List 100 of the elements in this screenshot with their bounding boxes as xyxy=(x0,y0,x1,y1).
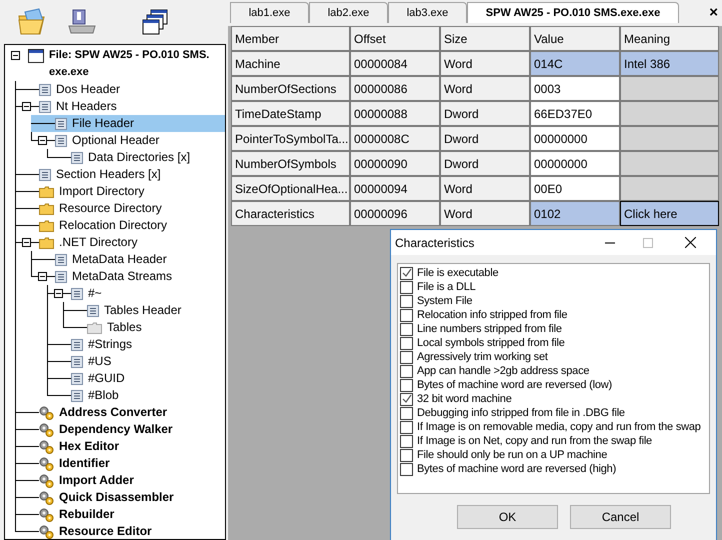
checkbox[interactable] xyxy=(400,294,413,308)
folder-icon xyxy=(39,220,54,232)
checkbox-label: Relocation info stripped from file xyxy=(417,308,568,322)
table-cell: PointerToSymbolTa... xyxy=(231,126,350,151)
table-cell: Word xyxy=(440,51,530,76)
close-button[interactable]: × xyxy=(709,5,718,20)
tree-item[interactable]: .NET Directory xyxy=(15,234,225,251)
tree-item[interactable]: Dependency Walker xyxy=(15,421,225,438)
tree-item[interactable]: Address Converter xyxy=(15,404,225,421)
checkbox[interactable] xyxy=(400,378,413,392)
table-cell: 00000096 xyxy=(350,201,440,226)
click-here-cell[interactable]: Click here xyxy=(620,201,719,226)
column-header[interactable]: Member xyxy=(231,26,350,51)
checkbox[interactable] xyxy=(400,420,413,434)
close-icon[interactable] xyxy=(685,237,696,248)
tree-item[interactable]: #GUID xyxy=(47,370,225,387)
tree-item[interactable]: Identifier xyxy=(15,455,225,472)
file-tab[interactable]: lab1.exe xyxy=(230,2,309,23)
checkbox-label: Local symbols stripped from file xyxy=(417,336,565,350)
table-cell: Characteristics xyxy=(231,201,350,226)
document-icon xyxy=(39,168,51,180)
folder-icon xyxy=(39,236,54,248)
tree-item[interactable]: File: SPW AW25 - PO.010 SMS.exe.exe xyxy=(11,47,225,81)
checkbox[interactable] xyxy=(400,462,413,476)
checkbox[interactable] xyxy=(400,448,413,462)
checkbox[interactable] xyxy=(400,280,413,294)
checkbox-label: If Image is on removable media, copy and run from the swap xyxy=(417,420,701,434)
file-tab[interactable]: lab2.exe xyxy=(309,2,388,23)
table-cell: Word xyxy=(440,76,530,101)
tree-item[interactable]: MetaData Streams xyxy=(31,268,225,285)
tree-item[interactable]: #Blob xyxy=(47,387,225,404)
file-tab[interactable]: lab3.exe xyxy=(388,2,467,23)
folder-icon xyxy=(39,202,54,214)
checkbox[interactable] xyxy=(400,350,413,364)
gears-icon xyxy=(39,406,54,420)
tree-item[interactable]: #US xyxy=(47,353,225,370)
tree-item[interactable]: #~ xyxy=(47,285,225,302)
checkbox[interactable] xyxy=(400,392,413,406)
collapse-toggle[interactable] xyxy=(54,289,63,298)
tree-item[interactable]: Data Directories [x] xyxy=(47,149,225,166)
document-icon xyxy=(71,372,83,384)
checkbox-label: Bytes of machine word are reversed (high) xyxy=(417,462,616,476)
checkbox[interactable] xyxy=(400,434,413,448)
tree-item[interactable]: Import Directory xyxy=(15,183,225,200)
tree-item[interactable]: Optional Header xyxy=(31,132,225,149)
tree-item[interactable]: Resource Directory xyxy=(15,200,225,217)
tree-item[interactable]: Dos Header xyxy=(15,81,225,98)
open-folder-icon[interactable] xyxy=(17,8,47,36)
tree-item[interactable]: Tables Header xyxy=(63,302,225,319)
checkbox[interactable] xyxy=(400,322,413,336)
collapse-toggle[interactable] xyxy=(11,51,20,60)
document-icon xyxy=(55,254,67,266)
tree-item[interactable]: Relocation Directory xyxy=(15,217,225,234)
table-cell: 00000000 xyxy=(530,126,620,151)
checkbox[interactable] xyxy=(400,336,413,350)
tree-item[interactable]: Quick Disassembler xyxy=(15,489,225,506)
dialog-button[interactable]: OK xyxy=(457,505,558,529)
table-cell: 014C xyxy=(530,51,620,76)
column-header[interactable]: Offset xyxy=(350,26,440,51)
table-cell: NumberOfSymbols xyxy=(231,151,350,176)
gears-icon xyxy=(39,422,54,436)
tree-item[interactable]: #Strings xyxy=(47,336,225,353)
save-disk-icon[interactable] xyxy=(67,8,97,36)
table-cell: 00000086 xyxy=(350,76,440,101)
column-header[interactable]: Value xyxy=(530,26,620,51)
checkbox-label: Debugging info stripped from file in .DBG file xyxy=(417,406,625,420)
document-icon xyxy=(71,152,83,164)
column-header[interactable]: Size xyxy=(440,26,530,51)
checkbox[interactable] xyxy=(400,308,413,322)
checkbox[interactable] xyxy=(400,406,413,420)
collapse-toggle[interactable] xyxy=(22,102,31,111)
gears-icon xyxy=(39,524,54,538)
tree-item[interactable]: Tables xyxy=(63,319,225,336)
tree-item[interactable]: Hex Editor xyxy=(15,438,225,455)
table-cell: 00000084 xyxy=(350,51,440,76)
tree-item[interactable]: Nt Headers xyxy=(15,98,225,115)
tree-item[interactable]: Resource Editor xyxy=(15,523,225,539)
checkbox[interactable] xyxy=(400,266,413,280)
checkbox-label: Agressively trim working set xyxy=(417,350,548,364)
collapse-toggle[interactable] xyxy=(22,238,31,247)
column-header[interactable]: Meaning xyxy=(620,26,719,51)
tree-item[interactable]: MetaData Header xyxy=(31,251,225,268)
dialog-button[interactable]: Cancel xyxy=(570,505,671,529)
collapse-toggle[interactable] xyxy=(38,272,47,281)
collapse-toggle[interactable] xyxy=(38,136,47,145)
document-icon xyxy=(71,390,83,402)
table-cell: SizeOfOptionalHea... xyxy=(231,176,350,201)
checkbox-label: File should only be run on a UP machine xyxy=(417,448,608,462)
tree-item[interactable]: Import Adder xyxy=(15,472,225,489)
document-icon xyxy=(55,118,67,130)
window-icon xyxy=(28,48,44,62)
document-icon xyxy=(71,288,83,300)
table-cell: Dword xyxy=(440,151,530,176)
tree-item[interactable]: Section Headers [x] xyxy=(15,166,225,183)
gears-icon xyxy=(39,440,54,454)
tree-item[interactable]: Rebuilder xyxy=(15,506,225,523)
document-icon xyxy=(39,100,51,112)
file-tab[interactable]: SPW AW25 - PO.010 SMS.exe.exe xyxy=(467,2,679,23)
checkbox[interactable] xyxy=(400,364,413,378)
tree-item[interactable]: File Header xyxy=(31,115,225,132)
